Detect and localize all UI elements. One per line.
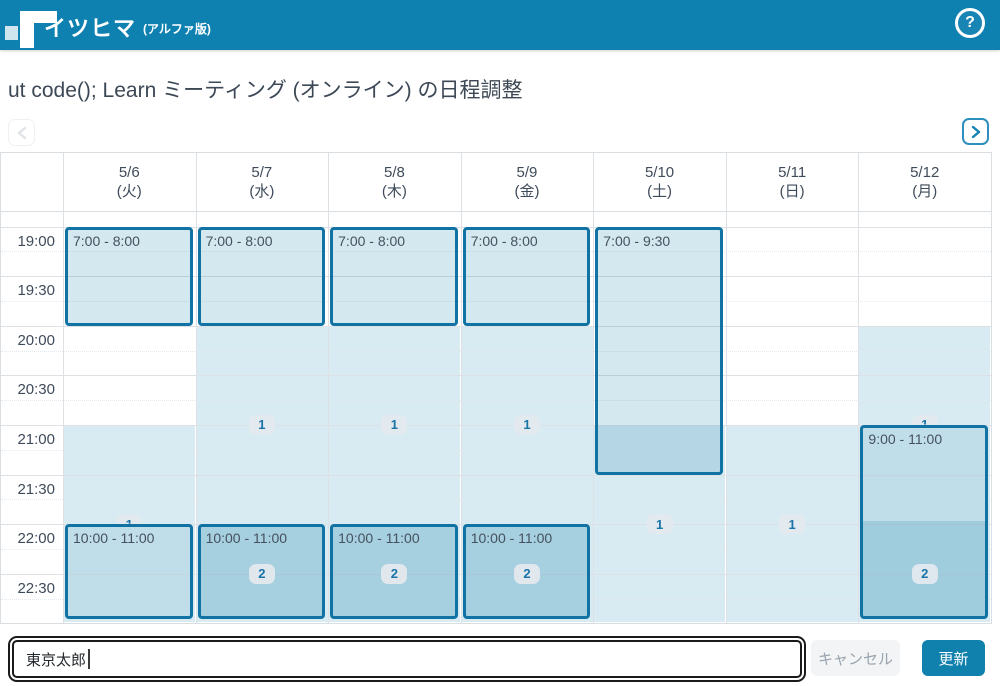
time-label: 21:30 bbox=[1, 481, 55, 498]
day-header-weekday: (木) bbox=[328, 182, 461, 201]
schedule-grid[interactable]: 5/6(火)5/7(水)5/8(木)5/9(金)5/10(土)5/11(日)5/… bbox=[0, 152, 992, 624]
day-header-weekday: (水) bbox=[196, 182, 329, 201]
name-input-value: 東京太郎 bbox=[26, 649, 86, 670]
day-header-weekday: (日) bbox=[726, 182, 859, 201]
slot-line bbox=[1, 351, 991, 352]
slot-line bbox=[1, 375, 991, 376]
day-header: 5/11(日) bbox=[726, 153, 859, 211]
cancel-button[interactable]: キャンセル bbox=[811, 640, 900, 676]
count-badge: 1 bbox=[249, 415, 275, 435]
help-glyph: ? bbox=[965, 14, 975, 32]
count-badge: 2 bbox=[249, 564, 275, 584]
event-block[interactable]: 7:00 - 9:30 bbox=[595, 227, 723, 475]
day-header: 5/7(水) bbox=[196, 153, 329, 211]
event-time-label: 10:00 - 11:00 bbox=[206, 530, 287, 546]
app-header: イツヒマ (アルファ版) ? bbox=[0, 0, 1000, 50]
update-button[interactable]: 更新 bbox=[922, 640, 985, 676]
day-header-date: 5/12 bbox=[858, 163, 991, 182]
day-header: 5/12(月) bbox=[858, 153, 991, 211]
day-header: 5/8(木) bbox=[328, 153, 461, 211]
count-badge: 1 bbox=[779, 514, 805, 534]
event-block[interactable]: 7:00 - 8:00 bbox=[65, 227, 193, 326]
help-icon[interactable]: ? bbox=[955, 8, 985, 38]
count-badge: 2 bbox=[514, 564, 540, 584]
event-time-label: 7:00 - 8:00 bbox=[206, 233, 273, 249]
name-input[interactable]: 東京太郎 bbox=[12, 640, 802, 678]
day-header-date: 5/11 bbox=[726, 163, 859, 182]
event-block[interactable]: 7:00 - 8:00 bbox=[330, 227, 458, 326]
column-line bbox=[858, 153, 859, 623]
count-badge: 1 bbox=[647, 514, 673, 534]
count-badge: 1 bbox=[514, 415, 540, 435]
day-header: 5/10(土) bbox=[593, 153, 726, 211]
day-header-date: 5/8 bbox=[328, 163, 461, 182]
event-time-label: 7:00 - 9:30 bbox=[603, 233, 670, 249]
slot-line bbox=[1, 425, 991, 426]
time-label: 21:00 bbox=[1, 431, 55, 448]
column-line bbox=[196, 153, 197, 623]
day-header-weekday: (火) bbox=[63, 182, 196, 201]
time-label: 19:30 bbox=[1, 282, 55, 299]
day-header-date: 5/9 bbox=[461, 163, 594, 182]
day-header-weekday: (月) bbox=[858, 182, 991, 201]
event-time-label: 10:00 - 11:00 bbox=[338, 530, 419, 546]
time-label: 22:30 bbox=[1, 580, 55, 597]
page-title: ut code(); Learn ミーティング (オンライン) の日程調整 bbox=[8, 74, 522, 104]
slot-line bbox=[1, 499, 991, 500]
event-time-label: 10:00 - 11:00 bbox=[471, 530, 552, 546]
count-badge: 1 bbox=[381, 415, 407, 435]
event-time-label: 10:00 - 11:00 bbox=[73, 530, 154, 546]
event-block[interactable]: 7:00 - 8:00 bbox=[463, 227, 591, 326]
day-header: 5/6(火) bbox=[63, 153, 196, 211]
next-week-button[interactable] bbox=[962, 118, 989, 145]
day-header-date: 5/10 bbox=[593, 163, 726, 182]
event-time-label: 9:00 - 11:00 bbox=[868, 431, 942, 447]
day-header-weekday: (土) bbox=[593, 182, 726, 201]
time-label: 20:00 bbox=[1, 332, 55, 349]
event-time-label: 7:00 - 8:00 bbox=[73, 233, 140, 249]
column-line bbox=[328, 153, 329, 623]
time-label: 22:00 bbox=[1, 530, 55, 547]
chevron-right-icon bbox=[970, 125, 982, 139]
slot-line bbox=[1, 475, 991, 476]
column-line bbox=[63, 153, 64, 623]
app-version-badge: (アルファ版) bbox=[143, 20, 211, 37]
time-label: 20:30 bbox=[1, 381, 55, 398]
event-time-label: 7:00 - 8:00 bbox=[338, 233, 405, 249]
event-block[interactable]: 10:00 - 11:00 bbox=[65, 524, 193, 619]
slot-line bbox=[1, 326, 991, 327]
event-time-label: 7:00 - 8:00 bbox=[471, 233, 538, 249]
event-block[interactable]: 9:00 - 11:00 bbox=[860, 425, 988, 619]
event-block[interactable]: 7:00 - 8:00 bbox=[198, 227, 326, 326]
name-input-wrapper: 東京太郎 bbox=[8, 636, 806, 682]
column-line bbox=[461, 153, 462, 623]
column-line bbox=[726, 153, 727, 623]
slot-line bbox=[1, 450, 991, 451]
day-header-date: 5/6 bbox=[63, 163, 196, 182]
column-line bbox=[593, 153, 594, 623]
chevron-left-icon bbox=[16, 126, 28, 140]
count-badge: 2 bbox=[912, 564, 938, 584]
time-label: 19:00 bbox=[1, 233, 55, 250]
app-name: イツヒマ bbox=[44, 11, 136, 43]
day-header-date: 5/7 bbox=[196, 163, 329, 182]
text-caret bbox=[88, 649, 90, 669]
day-header-weekday: (金) bbox=[461, 182, 594, 201]
slot-line bbox=[1, 400, 991, 401]
prev-week-button[interactable] bbox=[8, 119, 35, 146]
header-separator bbox=[1, 211, 991, 212]
count-badge: 2 bbox=[381, 564, 407, 584]
day-header: 5/9(金) bbox=[461, 153, 594, 211]
